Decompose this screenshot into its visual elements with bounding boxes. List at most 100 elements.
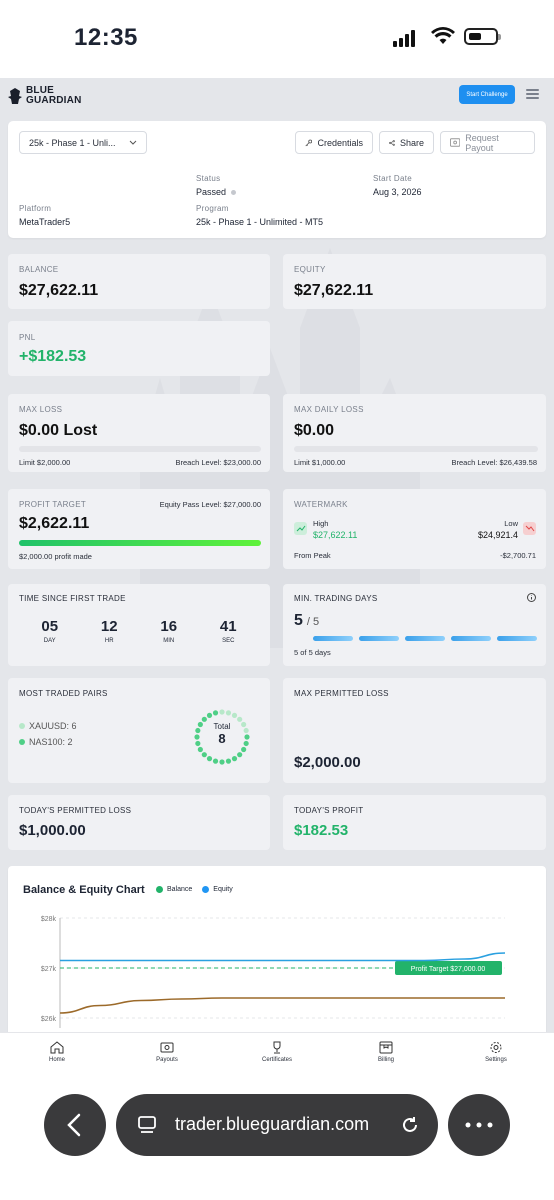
profit-target-value: $2,622.11 [19, 515, 90, 532]
max-permitted-value: $2,000.00 [294, 754, 361, 771]
donut-segment-dot [219, 759, 225, 765]
donut-segment-dot [241, 746, 247, 753]
balance-equity-chart-card: Balance & Equity Chart Balance Equity $2… [8, 866, 546, 1035]
nav-item-home[interactable]: Home [27, 1041, 87, 1063]
max-permitted-loss-card: MAX PERMITTED LOSS $2,000.00 [283, 678, 546, 783]
credentials-button[interactable]: Credentials [295, 131, 373, 154]
gear-icon [490, 1042, 502, 1053]
donut-segment-dot [225, 710, 232, 716]
trading-day-segment [359, 636, 399, 641]
start-challenge-button[interactable]: Start Challenge [459, 85, 515, 104]
pairs-list: XAUUSD: 6 NAS100: 2 [19, 721, 77, 747]
program-label: Program [196, 204, 229, 213]
home-icon [50, 1041, 64, 1054]
max-daily-loss-label: MAX DAILY LOSS [294, 405, 364, 414]
equity-card: EQUITY $27,622.11 [283, 254, 546, 309]
more-button[interactable] [448, 1094, 510, 1156]
trading-days-progress [313, 636, 537, 641]
today-profit-card: TODAY'S PROFIT $182.53 [283, 795, 546, 850]
chevron-down-icon [129, 140, 137, 145]
today-profit-value: $182.53 [294, 822, 349, 839]
trophy-icon [273, 1041, 281, 1054]
browser-toolbar: trader.blueguardian.com [0, 1072, 554, 1200]
watermark-low-value: $24,921.4 [477, 530, 518, 540]
max-daily-loss-limit: Limit $1,000.00 [294, 458, 346, 467]
from-peak-value: -$2,700.71 [500, 551, 536, 560]
start-date-label: Start Date [373, 174, 413, 183]
profit-target-annotation: Profit Target $27,000.00 [411, 966, 486, 973]
y-tick-label: $28k [41, 916, 57, 923]
status-dot-icon [231, 189, 237, 195]
nav-label: Billing [377, 1057, 394, 1063]
nav-item-payouts[interactable]: Payouts [137, 1041, 197, 1063]
pairs-label: MOST TRADED PAIRS [19, 689, 108, 698]
pair-item: XAUUSD: 6 [19, 721, 77, 731]
legend-dot-icon [202, 886, 210, 893]
brand-logo[interactable]: BLUE GUARDIAN [8, 86, 82, 106]
nav-label: Payouts [156, 1057, 178, 1063]
nav-label: Home [48, 1057, 65, 1063]
equity-value: $27,622.11 [294, 282, 374, 299]
profit-target-bar-fill [19, 540, 261, 546]
account-selector[interactable]: 25k - Phase 1 - Unli... [19, 131, 147, 154]
countdown-minutes-unit: MIN [163, 638, 175, 644]
url-text: trader.blueguardian.com [175, 1114, 370, 1134]
account-card: 25k - Phase 1 - Unli... Credentials Shar… [8, 121, 546, 238]
countdown-hours-value: 12 [100, 618, 118, 635]
app-header: BLUE GUARDIAN Start Challenge [0, 78, 554, 114]
from-peak-label: From Peak [294, 551, 331, 560]
equity-label: EQUITY [294, 265, 326, 274]
profit-target-card: PROFIT TARGET Equity Pass Level: $27,000… [8, 489, 270, 569]
balance-value: $27,622.11 [19, 282, 99, 299]
payout-icon [450, 138, 461, 147]
donut-segment-dot [212, 758, 219, 764]
countdown-days-value: 05 [41, 618, 59, 635]
time-since-card: TIME SINCE FIRST TRADE 05 DAY 12 HR 16 MIN … [8, 584, 270, 666]
trading-days-value: 5 [294, 612, 303, 629]
watermark-high-value: $27,622.11 [313, 530, 358, 540]
max-loss-bar [19, 446, 261, 452]
share-button[interactable]: Share [379, 131, 434, 154]
max-daily-loss-value: $0.00 [294, 422, 335, 439]
trading-days-count: 5 / 5 [294, 612, 319, 630]
nav-item-certificates[interactable]: Certificates [247, 1041, 307, 1063]
hamburger-menu-icon[interactable] [526, 89, 539, 99]
watermark-high-label: High [313, 519, 329, 528]
donut-segment-dot [206, 712, 213, 718]
donut-segment-dot [231, 756, 238, 762]
countdown-minutes: 16 MIN [160, 618, 177, 644]
back-button[interactable] [44, 1094, 106, 1156]
tabs-icon [138, 1116, 156, 1133]
donut-segment-dot [212, 710, 219, 716]
nav-item-settings[interactable]: Settings [466, 1041, 526, 1063]
pair-item: NAS100: 2 [19, 737, 77, 747]
pair-item-label: XAUUSD: 6 [29, 721, 77, 731]
trend-down-icon [523, 522, 536, 535]
trading-days-note: 5 of 5 days [294, 648, 331, 657]
today-permitted-value: $1,000.00 [19, 822, 86, 839]
request-payout-button[interactable]: Request Payout [440, 131, 535, 154]
max-loss-breach: Breach Level: $23,000.00 [175, 458, 261, 467]
address-bar[interactable]: trader.blueguardian.com [116, 1094, 438, 1156]
share-icon [389, 139, 395, 146]
watermark-label: WATERMARK [294, 500, 348, 509]
status-label: Status [196, 174, 221, 183]
nav-item-billing[interactable]: Billing [356, 1041, 416, 1063]
program-value: 25k - Phase 1 - Unlimited - MT5 [196, 217, 324, 227]
legend-label: Equity [213, 886, 233, 893]
legend-item-equity: Equity [202, 886, 233, 893]
bottom-nav: Home Payouts Certificates Billing Settin… [0, 1032, 554, 1072]
chevron-left-icon [67, 1113, 81, 1137]
today-permitted-loss-card: TODAY'S PERMITTED LOSS $1,000.00 [8, 795, 270, 850]
info-icon[interactable] [527, 593, 536, 602]
account-selector-label: 25k - Phase 1 - Unli... [29, 137, 116, 148]
donut-segment-dot [206, 756, 213, 762]
payouts-icon [160, 1042, 174, 1053]
more-dots-icon [465, 1122, 493, 1128]
app-viewport: BLUE GUARDIAN Start Challenge 25k - Phas… [0, 78, 554, 1035]
countdown-days-unit: DAY [43, 638, 56, 644]
credentials-label: Credentials [317, 137, 363, 148]
reload-icon[interactable] [399, 1114, 421, 1136]
most-traded-pairs-card: MOST TRADED PAIRS XAUUSD: 6 NAS100: 2 To… [8, 678, 270, 783]
watermark-low-label: Low [504, 519, 518, 528]
